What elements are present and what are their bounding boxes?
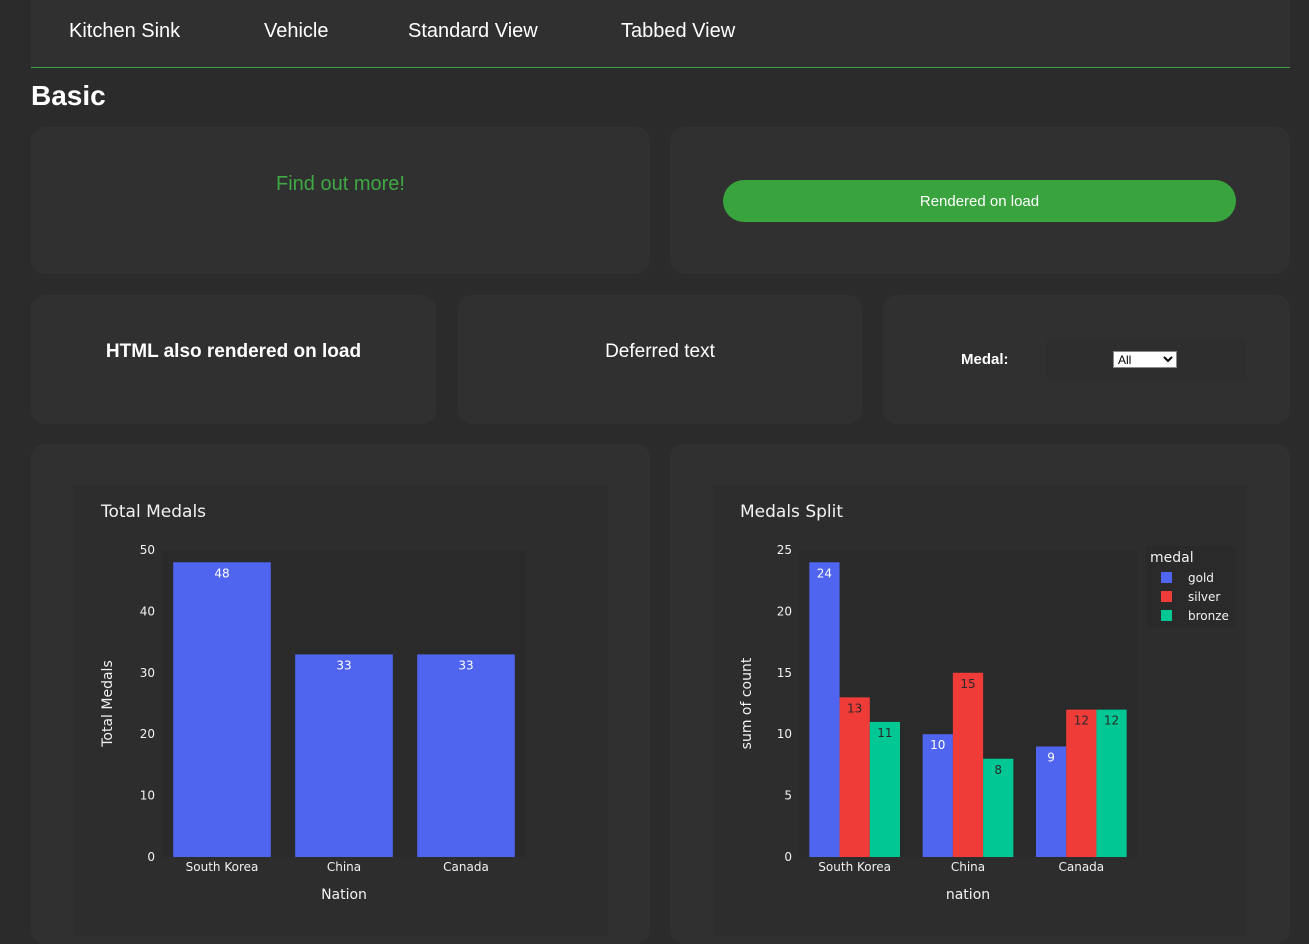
bar-value-label: 33 bbox=[336, 658, 351, 672]
bar-value-label: 13 bbox=[847, 701, 862, 715]
y-tick-label: 5 bbox=[784, 789, 792, 803]
x-tick-label: South Korea bbox=[186, 860, 259, 874]
chart-title: Medals Split bbox=[740, 502, 843, 522]
medals-split-chart: Medals Split 0 5 10 15 20 25 South Korea China Ca… bbox=[713, 486, 1247, 936]
bar-value-label: 33 bbox=[458, 658, 473, 672]
bar bbox=[417, 654, 515, 857]
tab-standard-view[interactable]: Standard View bbox=[408, 20, 538, 43]
medal-label: Medal: bbox=[961, 351, 1009, 368]
legend-swatch bbox=[1161, 610, 1172, 621]
y-tick-label: 25 bbox=[777, 543, 792, 557]
tab-tabbed-view[interactable]: Tabbed View bbox=[621, 20, 735, 43]
chart-title: Total Medals bbox=[100, 502, 206, 522]
find-out-more-link[interactable]: Find out more! bbox=[31, 173, 650, 196]
bar-value-label: 10 bbox=[930, 738, 945, 752]
bar-value-label: 24 bbox=[817, 566, 832, 580]
y-tick-label: 0 bbox=[147, 850, 155, 864]
bar-value-label: 48 bbox=[214, 566, 229, 580]
y-tick-label: 20 bbox=[140, 727, 155, 741]
deferred-text-card: Deferred text bbox=[458, 295, 862, 424]
total-medals-card: Total Medals 0 10 20 30 40 50 South Korea China C… bbox=[31, 444, 650, 944]
x-axis-title: nation bbox=[946, 887, 990, 903]
total-medals-chart-svg: Total Medals 0 10 20 30 40 50 South Korea China C… bbox=[100, 502, 527, 903]
bar-value-label: 12 bbox=[1104, 714, 1119, 728]
tab-vehicle[interactable]: Vehicle bbox=[264, 20, 329, 43]
y-axis-title: Total Medals bbox=[100, 660, 116, 748]
legend-item: gold bbox=[1188, 571, 1214, 585]
x-tick-label: China bbox=[951, 860, 985, 874]
deferred-text: Deferred text bbox=[605, 341, 715, 362]
legend-title: medal bbox=[1150, 550, 1194, 566]
bar bbox=[295, 654, 393, 857]
medal-select-container: All bbox=[1046, 339, 1246, 379]
bar-value-label: 12 bbox=[1074, 714, 1089, 728]
total-medals-chart: Total Medals 0 10 20 30 40 50 South Korea China C… bbox=[74, 486, 608, 936]
rendered-on-load-card: Rendered on load bbox=[670, 127, 1290, 274]
x-tick-label: China bbox=[327, 860, 361, 874]
bar-value-label: 9 bbox=[1047, 750, 1055, 764]
y-tick-label: 10 bbox=[140, 789, 155, 803]
legend-item: silver bbox=[1188, 590, 1220, 604]
medal-filter-card: Medal: All bbox=[883, 295, 1290, 424]
html-rendered-text: HTML also rendered on load bbox=[105, 341, 362, 362]
y-tick-label: 10 bbox=[777, 727, 792, 741]
find-out-more-card: Find out more! bbox=[31, 127, 650, 274]
top-navigation: Kitchen Sink Vehicle Standard View Tabbe… bbox=[31, 0, 1290, 68]
page-title: Basic bbox=[31, 80, 106, 111]
y-tick-label: 40 bbox=[140, 604, 155, 618]
y-axis-title: sum of count bbox=[739, 657, 755, 749]
x-axis-title: Nation bbox=[321, 887, 367, 903]
bar bbox=[922, 734, 953, 857]
bar bbox=[1096, 709, 1127, 857]
bar bbox=[869, 721, 900, 857]
bar-value-label: 15 bbox=[960, 677, 975, 691]
bar bbox=[952, 672, 984, 857]
medal-select[interactable]: All bbox=[1113, 351, 1177, 368]
html-rendered-card: HTML also rendered on load bbox=[31, 295, 436, 424]
medals-split-chart-svg: Medals Split 0 5 10 15 20 25 South Korea China Ca… bbox=[739, 502, 1236, 903]
x-tick-label: Canada bbox=[443, 860, 489, 874]
bar bbox=[1066, 709, 1097, 857]
y-tick-label: 20 bbox=[777, 604, 792, 618]
bar-value-label: 8 bbox=[994, 763, 1002, 777]
x-tick-label: South Korea bbox=[818, 860, 891, 874]
medals-split-card: Medals Split 0 5 10 15 20 25 South Korea China Ca… bbox=[670, 444, 1290, 944]
legend-swatch bbox=[1161, 591, 1172, 602]
tab-kitchen-sink[interactable]: Kitchen Sink bbox=[69, 20, 180, 43]
y-tick-label: 0 bbox=[784, 850, 792, 864]
x-tick-label: Canada bbox=[1058, 860, 1104, 874]
legend-item: bronze bbox=[1188, 609, 1229, 623]
y-tick-label: 15 bbox=[777, 666, 792, 680]
bar bbox=[173, 562, 271, 857]
legend-swatch bbox=[1161, 572, 1172, 583]
bar bbox=[839, 697, 870, 857]
bar-value-label: 11 bbox=[877, 726, 892, 740]
y-tick-label: 30 bbox=[140, 666, 155, 680]
y-tick-label: 50 bbox=[140, 543, 155, 557]
rendered-on-load-button[interactable]: Rendered on load bbox=[723, 180, 1236, 222]
bar bbox=[809, 562, 840, 857]
